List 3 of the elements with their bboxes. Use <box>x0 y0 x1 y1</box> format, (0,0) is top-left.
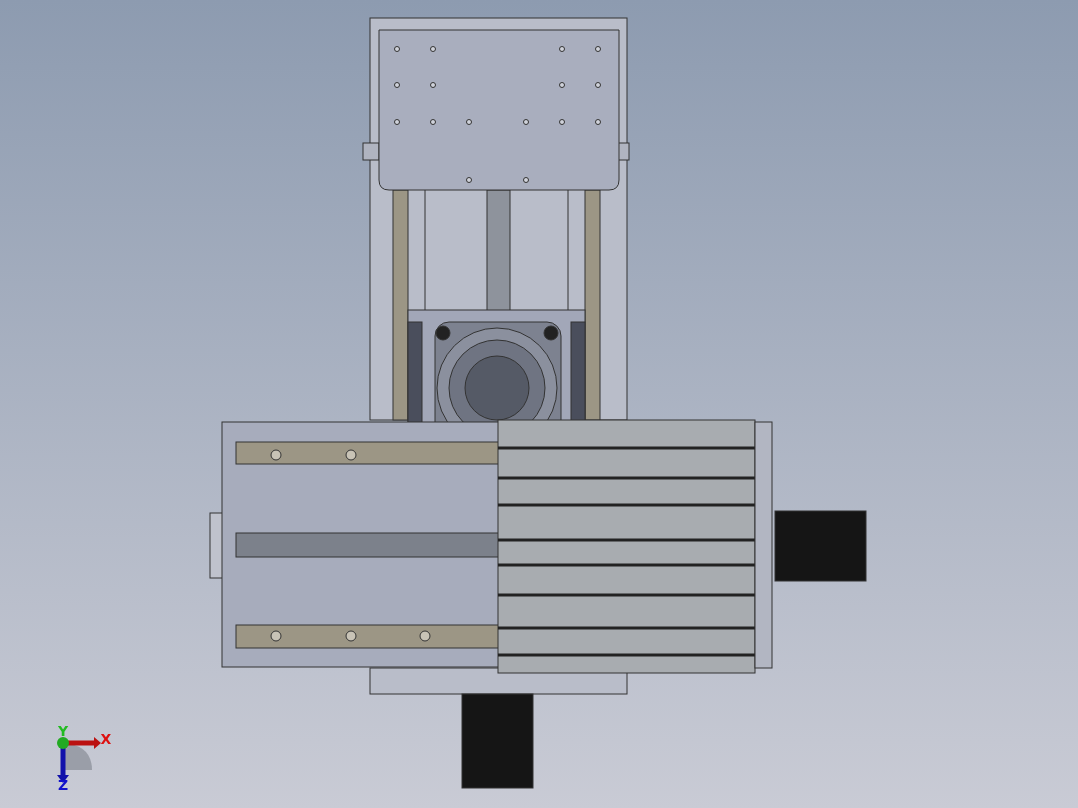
axis-label: Y <box>57 723 69 739</box>
axis-label: Z <box>57 777 69 793</box>
axis-label: X <box>100 731 112 747</box>
